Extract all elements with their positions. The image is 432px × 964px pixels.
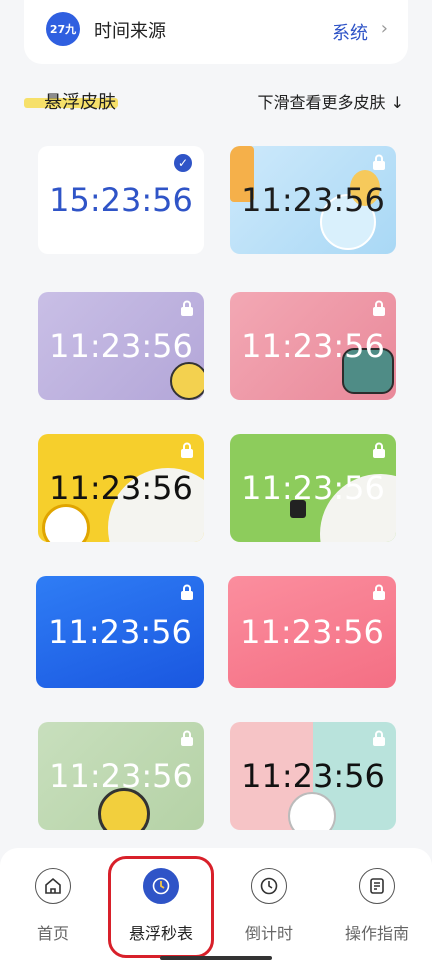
tab-label: 首页	[36, 924, 69, 943]
skin-card-5[interactable]: 11:23:56	[38, 434, 204, 542]
skin-time: 11:23:56	[49, 469, 193, 507]
section-title: 悬浮皮肤	[44, 92, 116, 113]
time-source-card[interactable]: 27九 时间来源 系统 ›	[24, 0, 408, 64]
clock-icon	[251, 868, 287, 904]
chevron-right-icon: ›	[380, 18, 388, 39]
skin-card-10[interactable]: 11:23:56	[230, 722, 396, 830]
tab-label: 倒计时	[244, 924, 293, 943]
lock-icon	[373, 730, 385, 746]
skin-time: 11:23:56	[241, 181, 385, 219]
time-source-value[interactable]: 系统	[332, 19, 368, 45]
lock-icon	[181, 442, 193, 458]
lock-icon	[181, 730, 193, 746]
skin-time: 11:23:56	[241, 469, 385, 507]
alarm-clock-icon	[170, 362, 204, 400]
skin-time: 11:23:56	[49, 757, 193, 795]
small-clock-icon	[42, 504, 90, 542]
skin-time: 11:23:56	[49, 327, 193, 365]
guide-icon	[359, 868, 395, 904]
lock-icon	[181, 300, 193, 316]
tab-label: 操作指南	[344, 924, 409, 943]
skin-card-4[interactable]: 11:23:56	[230, 292, 396, 400]
home-indicator	[160, 956, 272, 960]
tab-countdown[interactable]: 倒计时	[224, 868, 314, 944]
app-logo-icon: 27九	[46, 12, 80, 46]
lock-icon	[373, 584, 385, 600]
skin-card-6[interactable]: 11:23:56	[230, 434, 396, 542]
skin-card-8[interactable]: 11:23:56	[228, 576, 396, 688]
lock-icon	[373, 442, 385, 458]
home-icon	[35, 868, 71, 904]
skin-card-9[interactable]: 11:23:56	[38, 722, 204, 830]
skin-card-7[interactable]: 11:23:56	[36, 576, 204, 688]
active-tab-highlight	[108, 856, 214, 958]
skin-time: 15:23:56	[49, 181, 193, 219]
skin-time: 11:23:56	[48, 613, 192, 651]
skin-card-2[interactable]: 11:23:56	[230, 146, 396, 254]
skin-card-1[interactable]: 15:23:56 ✓	[38, 146, 204, 254]
tab-home[interactable]: 首页	[8, 868, 98, 944]
bottom-tab-bar: 首页 悬浮秒表 倒计时 操作指南	[0, 848, 432, 964]
lock-icon	[373, 154, 385, 170]
skin-time: 11:23:56	[241, 757, 385, 795]
skin-time: 11:23:56	[241, 327, 385, 365]
skin-time: 11:23:56	[240, 613, 384, 651]
skin-card-3[interactable]: 11:23:56	[38, 292, 204, 400]
lock-icon	[373, 300, 385, 316]
tab-guide[interactable]: 操作指南	[332, 868, 422, 944]
scroll-more-hint: 下滑查看更多皮肤 ↓	[257, 93, 405, 112]
lock-icon	[181, 584, 193, 600]
checkmark-icon: ✓	[174, 154, 192, 172]
alarm-clock-icon	[288, 792, 336, 830]
time-source-label: 时间来源	[94, 21, 166, 42]
